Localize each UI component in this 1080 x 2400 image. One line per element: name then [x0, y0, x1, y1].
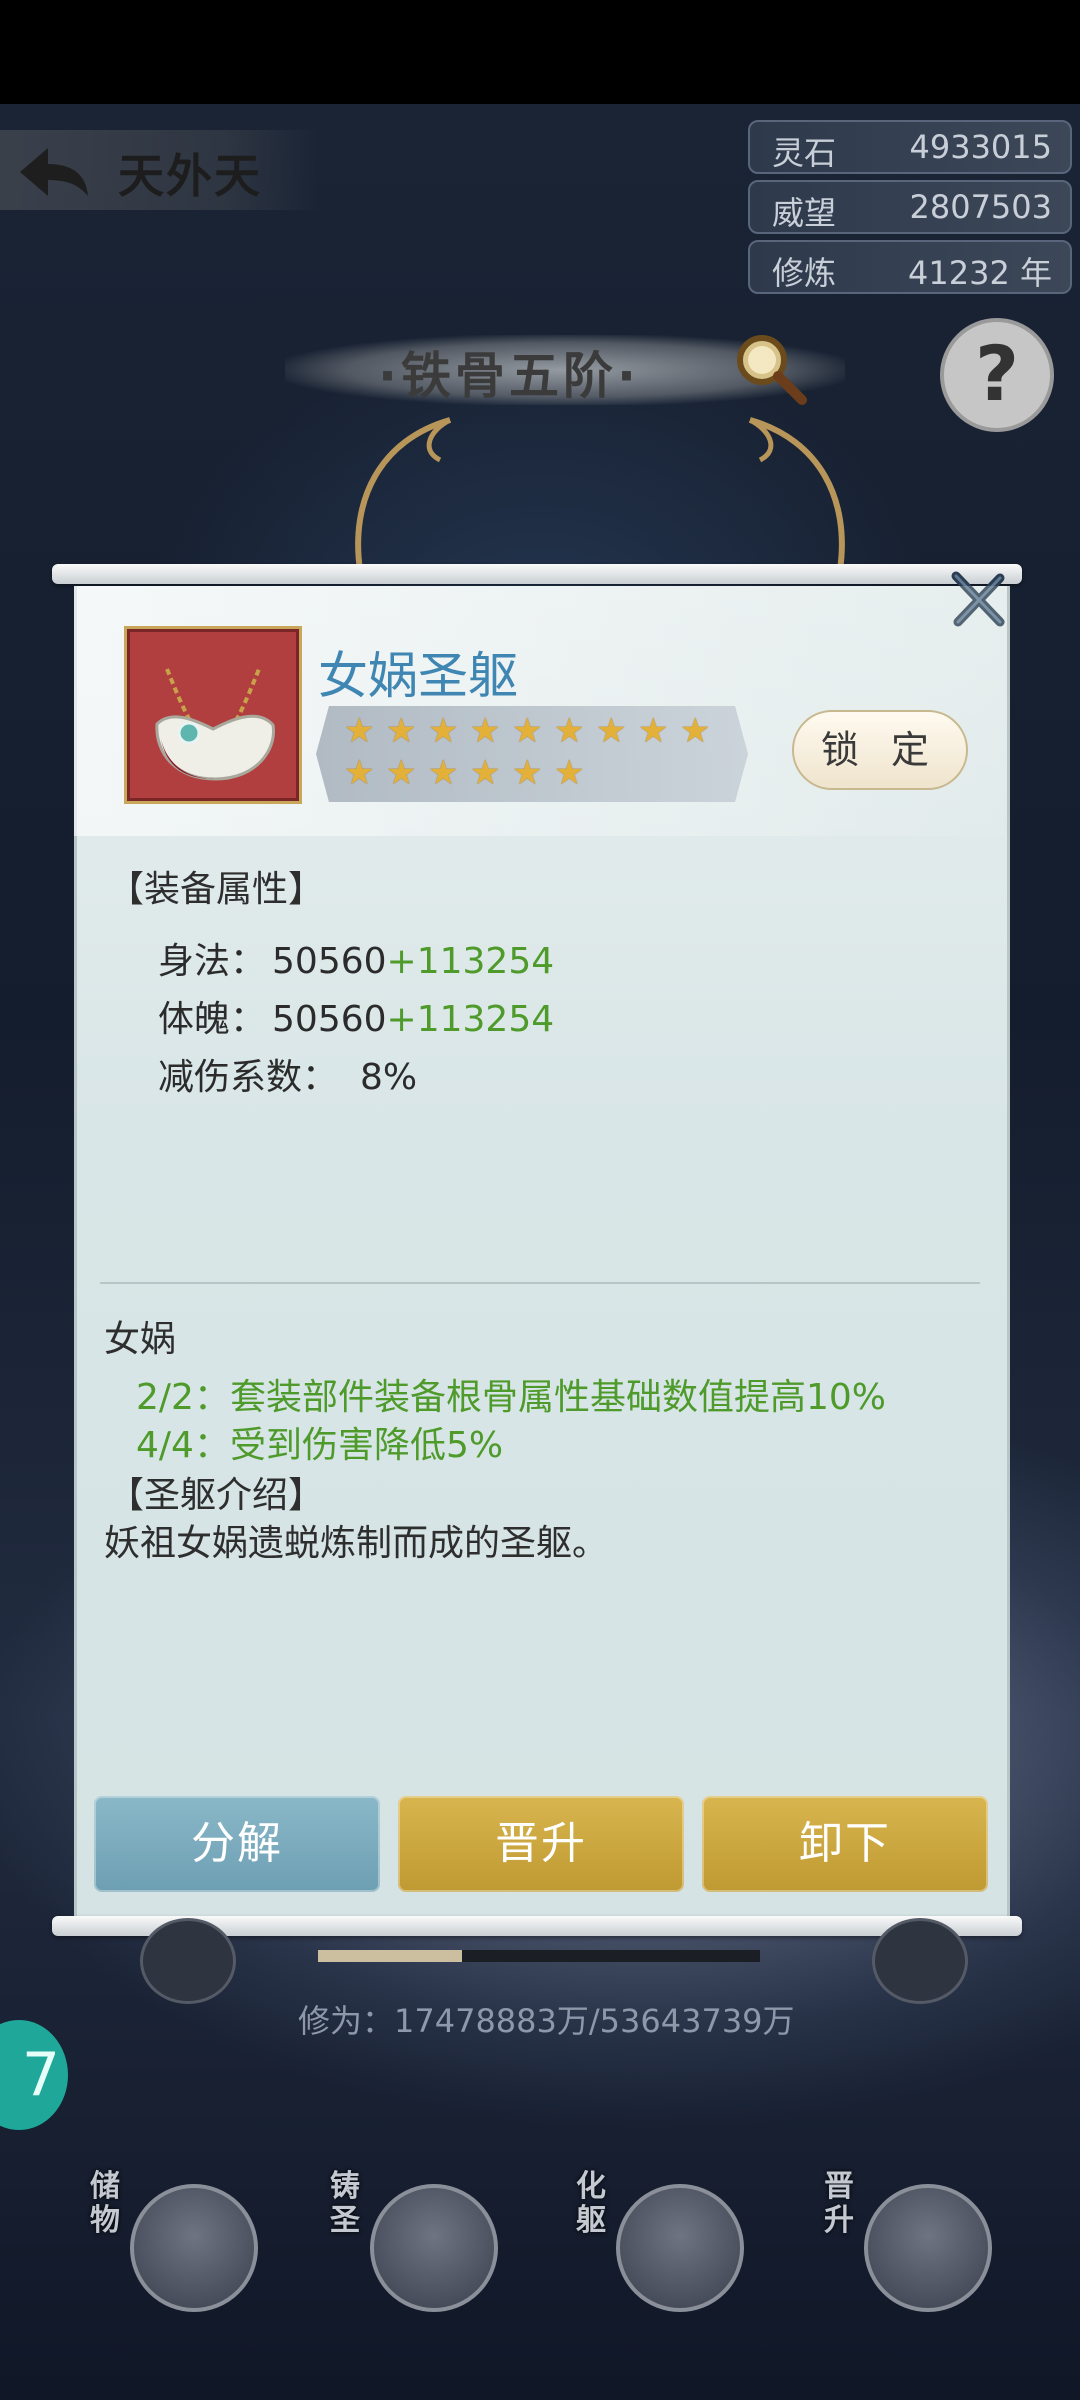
star-icon: ★ — [680, 711, 711, 751]
nav-ascend[interactable]: 晋升 — [824, 2170, 994, 2320]
promote-button[interactable]: 晋升 — [398, 1796, 684, 1892]
page-title: 天外天 — [118, 149, 262, 203]
star-icon: ★ — [386, 753, 417, 793]
star-icon: ★ — [512, 711, 543, 751]
attribute-row: 身法： 50560+113254 — [158, 932, 554, 984]
nav-transform[interactable]: 化躯 — [576, 2170, 746, 2320]
star-icon: ★ — [386, 711, 417, 751]
set-bonus-line: 2/2：套装部件装备根骨属性基础数值提高10% — [136, 1377, 886, 1418]
resource-label: 威望 — [772, 194, 837, 232]
item-icon — [124, 626, 302, 804]
star-icon: ★ — [428, 753, 459, 793]
resource-lingshi: 灵石 4933015 — [748, 120, 1072, 174]
star-icon: ★ — [344, 753, 375, 793]
attribute-row: 体魄： 50560+113254 — [158, 990, 554, 1042]
star-icon: ★ — [470, 753, 501, 793]
bag-icon — [130, 2184, 258, 2312]
nav-forge[interactable]: 铸圣 — [330, 2170, 500, 2320]
resource-weiwang: 威望 2807503 — [748, 180, 1072, 234]
nav-storage[interactable]: 储物 — [90, 2170, 260, 2320]
add-button[interactable] — [872, 1918, 968, 2004]
resource-value: 41232 年 — [908, 254, 1052, 292]
nav-label: 储物 — [90, 2169, 120, 2238]
star-icon: ★ — [554, 753, 585, 793]
resource-label: 修炼 — [772, 254, 837, 292]
resource-xiulian: 修炼 41232 年 — [748, 240, 1072, 294]
set-bonus-line: 4/4：受到伤害降低5% — [136, 1425, 504, 1466]
lock-button[interactable]: 锁 定 — [792, 710, 968, 790]
help-button[interactable]: ? — [940, 318, 1054, 432]
star-icon: ★ — [596, 711, 627, 751]
gear-button[interactable] — [140, 1918, 236, 2004]
cultivation-text: 修为：17478883万/53643739万 — [298, 2002, 795, 2040]
cultivation-progress-fill — [318, 1950, 462, 1962]
scroll-rod-top — [52, 564, 1022, 584]
intro-title: 【圣躯介绍】 — [108, 1475, 325, 1516]
nav-label: 化躯 — [576, 2169, 606, 2238]
ascend-icon — [864, 2184, 992, 2312]
nav-label: 铸圣 — [330, 2169, 360, 2238]
forge-icon — [370, 2184, 498, 2312]
back-arrow-icon[interactable] — [14, 140, 94, 204]
body-armor-icon — [155, 668, 275, 781]
unequip-button[interactable]: 卸下 — [702, 1796, 988, 1892]
body-icon — [616, 2184, 744, 2312]
attribute-bonus: +113254 — [386, 941, 555, 982]
attribute-base: 50560 — [272, 941, 387, 982]
star-icon: ★ — [344, 711, 375, 751]
status-bar — [0, 0, 1080, 104]
attribute-label: 减伤系数： — [158, 1057, 339, 1098]
attribute-row: 减伤系数： 8% — [158, 1048, 417, 1100]
realm-title: ·铁骨五阶· — [378, 347, 640, 405]
attributes-section-title: 【装备属性】 — [108, 869, 325, 910]
resource-value: 4933015 — [909, 128, 1052, 166]
intro-text: 妖祖女娲遗蜕炼制而成的圣躯。 — [104, 1523, 609, 1564]
section-divider — [100, 1282, 980, 1284]
decompose-button[interactable]: 分解 — [94, 1796, 380, 1892]
gold-ornament — [355, 417, 845, 571]
resource-value: 2807503 — [909, 188, 1052, 226]
item-name: 女娲圣躯 — [318, 647, 518, 705]
star-icon: ★ — [638, 711, 669, 751]
set-name: 女娲 — [104, 1319, 177, 1360]
attribute-base: 8% — [360, 1057, 418, 1098]
attribute-bonus: +113254 — [386, 999, 555, 1040]
star-icon: ★ — [512, 753, 543, 793]
magnifier-icon[interactable] — [730, 328, 810, 408]
star-icon: ★ — [554, 711, 585, 751]
star-icon: ★ — [470, 711, 501, 751]
attribute-label: 身法： — [158, 941, 267, 982]
nav-label: 晋升 — [824, 2169, 854, 2238]
attribute-label: 体魄： — [158, 999, 267, 1040]
attribute-base: 50560 — [272, 999, 387, 1040]
star-icon: ★ — [428, 711, 459, 751]
resource-label: 灵石 — [772, 134, 837, 172]
